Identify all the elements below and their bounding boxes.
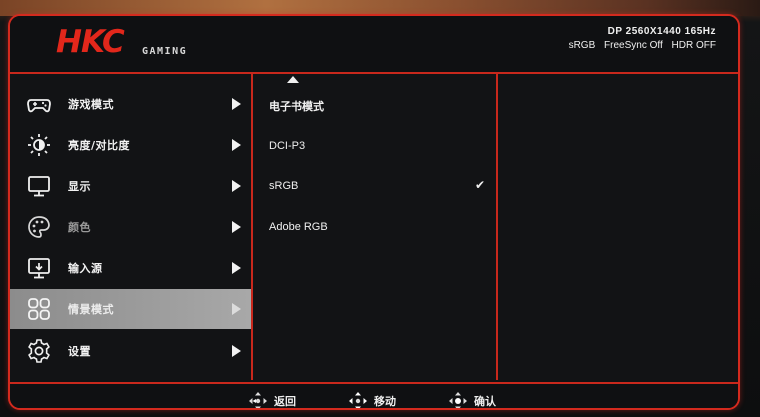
option-srgb[interactable]: sRGB (269, 180, 298, 192)
detail-panel (498, 74, 738, 380)
back-label: 返回 (274, 395, 296, 408)
gamepad-icon (26, 91, 52, 117)
option-ebook-mode[interactable]: 电子书模式 (269, 98, 324, 114)
osd-header: HKC GAMING DP 2560X1440 165Hz sRGB FreeS… (10, 16, 738, 74)
submenu-options: 电子书模式 DCI-P3 sRGB ✔ Adobe RGB (253, 74, 496, 380)
brightness-icon (26, 132, 52, 158)
signal-info: DP 2560X1440 165Hz (607, 26, 716, 37)
menu-item-brightness-contrast[interactable]: 亮度/对比度 (10, 125, 251, 165)
chevron-right-icon (232, 221, 241, 233)
menu-item-label: 设置 (68, 345, 91, 358)
osd-footer: 返回 移动 确认 (10, 382, 738, 408)
input-source-icon (26, 255, 52, 281)
chevron-right-icon (232, 139, 241, 151)
menu-item-label: 亮度/对比度 (68, 139, 131, 152)
joystick-icon (249, 392, 267, 408)
chevron-right-icon (232, 98, 241, 110)
hdr-status: HDR OFF (671, 40, 716, 51)
monitor-icon (26, 173, 52, 199)
back-hint[interactable]: 返回 (248, 391, 296, 408)
chevron-right-icon (232, 262, 241, 274)
menu-item-label: 游戏模式 (68, 98, 114, 111)
menu-item-input-source[interactable]: 输入源 (10, 248, 251, 288)
menu-item-label: 显示 (68, 180, 91, 193)
brand-logo: HKC (56, 24, 125, 60)
chevron-right-icon (232, 303, 241, 315)
menu-item-settings[interactable]: 设置 (10, 331, 251, 371)
scroll-up-icon[interactable] (287, 76, 299, 83)
gear-icon (26, 338, 52, 364)
osd-window: HKC GAMING DP 2560X1440 165Hz sRGB FreeS… (8, 14, 740, 410)
menu-item-label: 颜色 (68, 221, 91, 234)
color-mode-status: sRGB (568, 40, 596, 51)
option-adobe-rgb[interactable]: Adobe RGB (269, 221, 328, 233)
joystick-icon (449, 392, 467, 408)
scene-mode-icon (26, 296, 52, 322)
mode-status: sRGB FreeSync Off HDR OFF (563, 40, 716, 51)
menu-item-label: 情景模式 (68, 303, 114, 316)
menu-item-color[interactable]: 颜色 (10, 207, 251, 247)
move-hint[interactable]: 移动 (348, 391, 396, 408)
joystick-icon (349, 392, 367, 408)
confirm-hint[interactable]: 确认 (448, 391, 496, 408)
option-dci-p3[interactable]: DCI-P3 (269, 140, 305, 152)
brand-sub-logo: GAMING (142, 46, 188, 57)
move-label: 移动 (374, 395, 396, 408)
menu-item-scene-mode[interactable]: 情景模式 (10, 289, 251, 329)
checkmark-icon: ✔ (475, 178, 486, 192)
signal-status: DP 2560X1440 165Hz sRGB FreeSync Off HDR… (563, 26, 716, 51)
menu-item-label: 输入源 (68, 262, 103, 275)
chevron-right-icon (232, 345, 241, 357)
freesync-status: FreeSync Off (604, 40, 663, 51)
confirm-label: 确认 (474, 395, 496, 408)
menu-item-display[interactable]: 显示 (10, 166, 251, 206)
chevron-right-icon (232, 180, 241, 192)
menu-item-game-mode[interactable]: 游戏模式 (10, 84, 251, 124)
main-menu: 游戏模式 亮度/对比度 显示 颜色 输入源 情景模式 设置 (10, 74, 251, 380)
palette-icon (26, 214, 52, 240)
